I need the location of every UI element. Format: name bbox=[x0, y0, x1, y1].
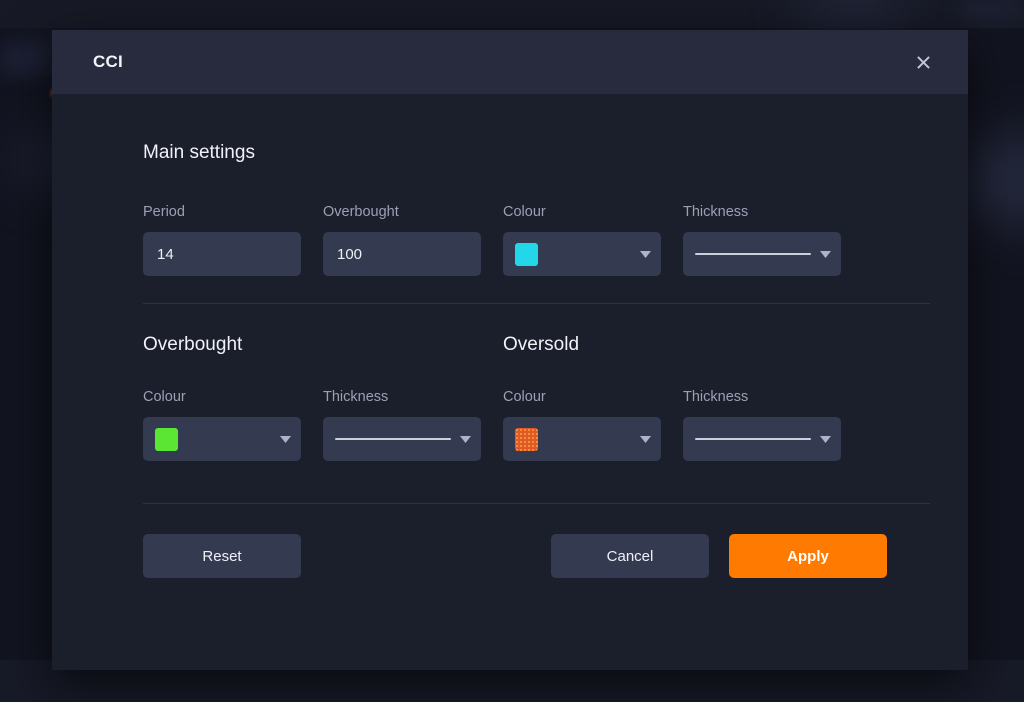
overbought-oversold-row: Colour Thickness Colour bbox=[143, 389, 930, 461]
period-input-box[interactable] bbox=[143, 232, 301, 276]
field-oversold-colour: Colour bbox=[503, 389, 661, 461]
overbought-thickness-select[interactable] bbox=[323, 417, 481, 461]
overbought-colour-select[interactable] bbox=[143, 417, 301, 461]
chevron-down-icon bbox=[280, 436, 291, 443]
label-overbought-colour: Colour bbox=[143, 389, 301, 405]
overbought-heading: Overbought bbox=[143, 334, 503, 356]
apply-button[interactable]: Apply bbox=[729, 534, 887, 578]
oversold-colour-select[interactable] bbox=[503, 417, 661, 461]
chevron-down-icon bbox=[460, 436, 471, 443]
overbought-level-input-box[interactable] bbox=[323, 232, 481, 276]
chevron-down-icon bbox=[640, 251, 651, 258]
dialog-titlebar: CCI bbox=[52, 30, 968, 94]
field-main-colour: Colour bbox=[503, 204, 661, 276]
overbought-colour-swatch bbox=[155, 428, 178, 451]
label-period: Period bbox=[143, 204, 301, 220]
period-input[interactable] bbox=[157, 246, 287, 263]
close-icon[interactable] bbox=[906, 45, 940, 79]
divider-top bbox=[143, 303, 930, 304]
dialog-content: Main settings Period Overbought Colour bbox=[52, 94, 968, 670]
backdrop-shape-h bbox=[960, 0, 1020, 18]
label-overbought-level: Overbought bbox=[323, 204, 481, 220]
label-main-colour: Colour bbox=[503, 204, 661, 220]
cancel-button[interactable]: Cancel bbox=[551, 534, 709, 578]
dialog-title: CCI bbox=[93, 52, 123, 72]
oversold-thickness-select[interactable] bbox=[683, 417, 841, 461]
main-thickness-select[interactable] bbox=[683, 232, 841, 276]
field-overbought-colour: Colour bbox=[143, 389, 301, 461]
label-oversold-colour: Colour bbox=[503, 389, 661, 405]
main-settings-row: Period Overbought Colour bbox=[143, 204, 930, 276]
cci-settings-dialog: CCI Main settings Period Overbought bbox=[52, 30, 968, 670]
backdrop-shape-a bbox=[0, 42, 52, 76]
reset-button[interactable]: Reset bbox=[143, 534, 301, 578]
overbought-level-input[interactable] bbox=[337, 246, 467, 263]
oversold-thickness-preview bbox=[695, 438, 811, 440]
label-main-thickness: Thickness bbox=[683, 204, 841, 220]
field-period: Period bbox=[143, 204, 301, 276]
chevron-down-icon bbox=[640, 436, 651, 443]
dialog-footer: Reset Cancel Apply bbox=[143, 534, 930, 578]
main-settings-heading: Main settings bbox=[143, 142, 930, 164]
divider-bottom bbox=[143, 503, 930, 504]
oversold-colour-swatch bbox=[515, 428, 538, 451]
main-colour-select[interactable] bbox=[503, 232, 661, 276]
field-overbought-level: Overbought bbox=[323, 204, 481, 276]
label-oversold-thickness: Thickness bbox=[683, 389, 841, 405]
overbought-thickness-preview bbox=[335, 438, 451, 440]
field-overbought-thickness: Thickness bbox=[323, 389, 481, 461]
oversold-heading: Oversold bbox=[503, 334, 579, 356]
main-thickness-preview bbox=[695, 253, 811, 255]
sub-section-headings: Overbought Oversold bbox=[143, 334, 930, 356]
main-colour-swatch bbox=[515, 243, 538, 266]
chevron-down-icon bbox=[820, 251, 831, 258]
label-overbought-thickness: Thickness bbox=[323, 389, 481, 405]
field-main-thickness: Thickness bbox=[683, 204, 841, 276]
field-oversold-thickness: Thickness bbox=[683, 389, 841, 461]
chevron-down-icon bbox=[820, 436, 831, 443]
